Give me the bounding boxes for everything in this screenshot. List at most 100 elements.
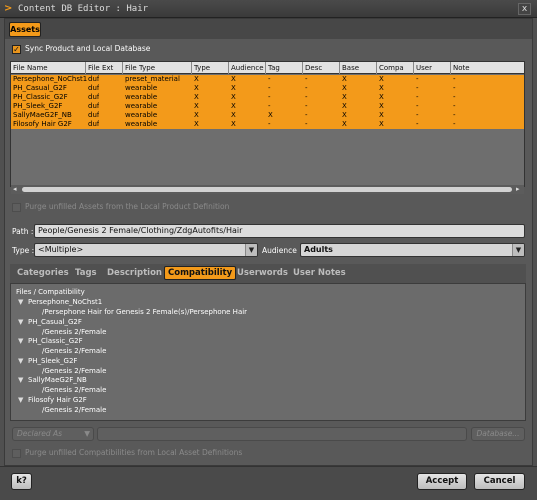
purge-compat-checkbox[interactable] [12, 449, 21, 458]
tree-compat-node[interactable]: /Genesis 2/Female [42, 386, 106, 395]
table-cell: - [305, 120, 308, 128]
table-cell: - [305, 84, 308, 92]
audience-value: Adults [304, 245, 333, 254]
col-note[interactable]: Note [451, 62, 524, 74]
table-cell: X [194, 111, 199, 119]
tab-tags[interactable]: Tags [75, 267, 97, 279]
table-cell: - [453, 111, 456, 119]
table-cell: duf [88, 102, 100, 110]
table-cell: X [342, 93, 347, 101]
col-file-type[interactable]: File Type [123, 62, 192, 74]
path-label: Path : [12, 227, 34, 236]
col-file-name[interactable]: File Name [11, 62, 86, 74]
tree-compat-node[interactable]: /Genesis 2/Female [42, 347, 106, 356]
col-tag[interactable]: Tag [266, 62, 303, 74]
table-cell: Persephone_NoChst1 [13, 75, 88, 83]
audience-dropdown[interactable]: Adults ▼ [300, 243, 525, 257]
expand-triangle-icon[interactable]: ▼ [18, 376, 28, 385]
sync-checkbox[interactable]: ✓ [12, 45, 21, 54]
col-type[interactable]: Type [192, 62, 229, 74]
audience-label: Audience : [262, 246, 302, 255]
scroll-right-icon[interactable]: ▸ [516, 185, 520, 194]
tree-file-node[interactable]: ▼ PH_Classic_G2F [18, 337, 83, 346]
purge-assets-checkbox[interactable] [12, 203, 21, 212]
tab-description[interactable]: Description [107, 267, 162, 279]
table-cell: X [194, 120, 199, 128]
col-user[interactable]: User [414, 62, 451, 74]
table-cell: X [194, 93, 199, 101]
expand-triangle-icon[interactable]: ▼ [18, 396, 28, 405]
table-cell: - [416, 84, 419, 92]
table-cell: X [342, 102, 347, 110]
accept-button[interactable]: Accept [417, 473, 467, 490]
scroll-thumb[interactable] [22, 187, 512, 192]
table-row[interactable]: SallyMaeG2F_NB duf wearable X X X - X X - - [11, 111, 524, 120]
col-desc[interactable]: Desc [303, 62, 340, 74]
path-field[interactable]: People/Genesis 2 Female/Clothing/ZdgAuto… [34, 224, 525, 238]
expand-triangle-icon[interactable]: ▼ [18, 357, 28, 366]
tree-file-node[interactable]: ▼ Persephone_NoChst1 [18, 298, 102, 307]
table-cell: - [268, 93, 271, 101]
table-cell: - [305, 111, 308, 119]
table-row[interactable]: PH_Sleek_G2F duf wearable X X - - X X - - [11, 102, 524, 111]
table-cell: Filosofy Hair G2F [13, 120, 72, 128]
type-value: <Multiple> [38, 245, 84, 254]
tab-categories[interactable]: Categories [17, 267, 69, 279]
tab-user-notes[interactable]: User Notes [293, 267, 346, 279]
tree-file-node[interactable]: ▼ PH_Sleek_G2F [18, 357, 77, 366]
tree-compat-node[interactable]: /Genesis 2/Female [42, 367, 106, 376]
tree-file-label: PH_Classic_G2F [28, 337, 83, 345]
table-cell: - [268, 84, 271, 92]
help-button[interactable]: k? [11, 473, 32, 490]
table-cell: - [453, 93, 456, 101]
table-cell: PH_Sleek_G2F [13, 102, 63, 110]
table-cell: X [379, 93, 384, 101]
table-row[interactable]: Persephone_NoChst1 duf preset_material X X - -… [11, 75, 524, 84]
assets-tab[interactable]: Assets [9, 22, 41, 37]
col-compat[interactable]: Compa [377, 62, 414, 74]
col-file-ext[interactable]: File Ext [86, 62, 123, 74]
table-row[interactable]: PH_Classic_G2F duf wearable X X - - X X - - [11, 93, 524, 102]
table-cell: X [379, 120, 384, 128]
table-cell: wearable [125, 102, 158, 110]
tree-compat-node[interactable]: /Persephone Hair for Genesis 2 Female(s)… [42, 308, 247, 317]
chevron-down-icon: ▼ [84, 429, 90, 438]
tree-file-node[interactable]: ▼ PH_Casual_G2F [18, 318, 82, 327]
expand-triangle-icon[interactable]: ▼ [18, 337, 28, 346]
table-cell: X [379, 102, 384, 110]
col-audience[interactable]: Audience [229, 62, 266, 74]
table-cell: X [231, 93, 236, 101]
database-button[interactable]: Database... [471, 427, 525, 441]
expand-triangle-icon[interactable]: ▼ [18, 298, 28, 307]
table-cell: - [305, 102, 308, 110]
table-cell: X [231, 120, 236, 128]
table-cell: PH_Casual_G2F [13, 84, 67, 92]
tab-userwords[interactable]: Userwords [237, 267, 288, 279]
scroll-left-icon[interactable]: ◂ [13, 185, 17, 194]
col-base[interactable]: Base [340, 62, 377, 74]
table-cell: SallyMaeG2F_NB [13, 111, 72, 119]
close-button[interactable]: x [518, 3, 531, 15]
table-cell: duf [88, 93, 100, 101]
cancel-button[interactable]: Cancel [474, 473, 525, 490]
tree-compat-node[interactable]: /Genesis 2/Female [42, 406, 106, 415]
chevron-down-icon: ▼ [245, 244, 257, 256]
table-cell: duf [88, 84, 100, 92]
table-row[interactable]: PH_Casual_G2F duf wearable X X - - X X - - [11, 84, 524, 93]
table-cell: X [231, 102, 236, 110]
table-cell: - [268, 75, 271, 83]
tree-file-label: SallyMaeG2F_NB [28, 376, 87, 384]
window-title: Content DB Editor : Hair [18, 4, 149, 14]
tree-compat-node[interactable]: /Genesis 2/Female [42, 328, 106, 337]
compat-path-field[interactable] [97, 427, 467, 441]
table-cell: - [416, 93, 419, 101]
type-label: Type : [12, 246, 35, 255]
tree-file-node[interactable]: ▼ SallyMaeG2F_NB [18, 376, 87, 385]
tab-compatibility[interactable]: Compatibility [164, 266, 237, 280]
declared-as-dropdown[interactable]: Declared As ▼ [12, 427, 94, 441]
type-dropdown[interactable]: <Multiple> ▼ [34, 243, 258, 257]
table-cell: - [416, 120, 419, 128]
expand-triangle-icon[interactable]: ▼ [18, 318, 28, 327]
table-row[interactable]: Filosofy Hair G2F duf wearable X X - - X X - - [11, 120, 524, 129]
tree-file-node[interactable]: ▼ Filosofy Hair G2F [18, 396, 87, 405]
